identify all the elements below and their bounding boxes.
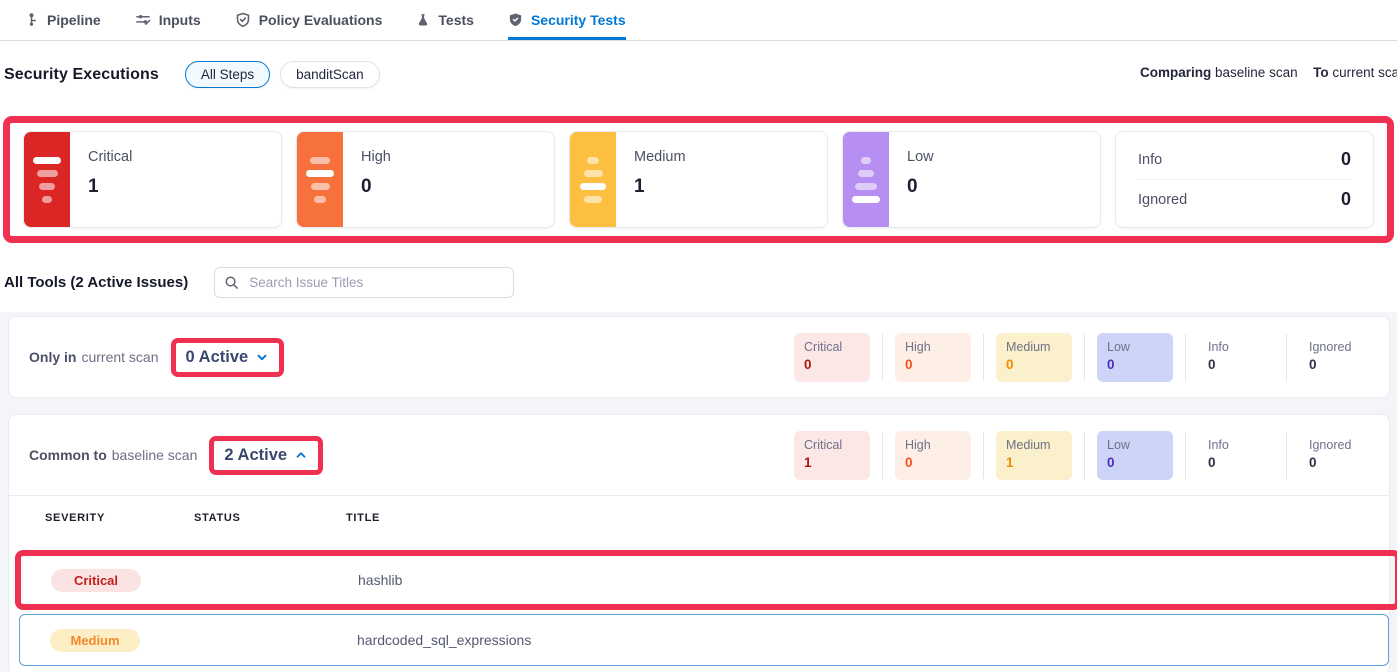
group-header: Only in current scan 0 Active Critical0 …	[9, 317, 1389, 397]
group-prefix: Common to	[29, 447, 107, 463]
column-status: STATUS	[194, 512, 346, 524]
column-severity: SEVERITY	[45, 512, 194, 524]
card-label: Low	[907, 149, 934, 165]
severity-card-high: High 0	[296, 131, 555, 228]
comparison-groups: Only in current scan 0 Active Critical0 …	[0, 312, 1397, 672]
severity-cards-row: Critical 1 High 0 Medium 1	[23, 131, 1374, 228]
card-label: Critical	[88, 149, 132, 165]
tab-bar: Pipeline Inputs Policy Evaluations Tests…	[0, 0, 1397, 41]
tab-tests[interactable]: Tests	[416, 0, 474, 40]
info-ignored-card: Info 0 Ignored 0	[1115, 131, 1374, 228]
chip-info: Info0	[1198, 431, 1274, 480]
card-count: 1	[88, 176, 132, 198]
security-shield-icon	[508, 12, 523, 28]
search-icon	[224, 275, 239, 290]
column-title: TITLE	[346, 512, 1389, 524]
tab-inputs[interactable]: Inputs	[135, 0, 201, 40]
tab-label: Pipeline	[47, 12, 101, 28]
chip-low: Low0	[1097, 333, 1173, 382]
filter-pill-all-steps[interactable]: All Steps	[185, 61, 270, 88]
tab-label: Inputs	[159, 12, 201, 28]
annotation-severity-summary: Critical 1 High 0 Medium 1	[3, 116, 1394, 243]
chip-high: High0	[895, 431, 971, 480]
group-only-in-current-scan: Only in current scan 0 Active Critical0 …	[8, 316, 1390, 398]
active-count-label: 2 Active	[224, 446, 287, 465]
pipeline-icon	[24, 12, 39, 27]
search-input[interactable]	[214, 267, 514, 298]
critical-severity-bars-icon	[24, 132, 70, 227]
search-box[interactable]	[214, 267, 514, 298]
issue-row-hashlib[interactable]: Critical hashlib	[21, 556, 1395, 604]
severity-badge-medium: Medium	[50, 629, 140, 652]
all-tools-header: All Tools (2 Active Issues)	[0, 267, 1397, 298]
flask-icon	[416, 12, 430, 27]
tab-label: Policy Evaluations	[259, 12, 383, 28]
card-label: Medium	[634, 149, 686, 165]
chip-low: Low0	[1097, 431, 1173, 480]
severity-card-medium: Medium 1	[569, 131, 828, 228]
group-scope: baseline scan	[112, 447, 198, 463]
chip-high: High0	[895, 333, 971, 382]
active-count-label: 0 Active	[186, 348, 249, 367]
tab-pipeline[interactable]: Pipeline	[24, 0, 101, 40]
chip-ignored: Ignored0	[1299, 431, 1375, 480]
all-tools-title: All Tools (2 Active Issues)	[4, 274, 188, 291]
card-count: 0	[361, 176, 391, 198]
issues-table-header: SEVERITY STATUS TITLE	[9, 496, 1389, 540]
chip-critical: Critical1	[794, 431, 870, 480]
chip-critical: Critical0	[794, 333, 870, 382]
annotation-critical-row: Critical hashlib	[15, 550, 1397, 610]
policy-shield-check-icon	[235, 12, 251, 28]
tab-policy-evaluations[interactable]: Policy Evaluations	[235, 0, 383, 40]
high-severity-bars-icon	[297, 132, 343, 227]
page-title: Security Executions	[4, 66, 159, 84]
card-count: 1	[634, 176, 686, 198]
severity-chips: Critical0 High0 Medium0 Low0 Info0 Ignor…	[794, 333, 1375, 382]
chip-ignored: Ignored0	[1299, 333, 1375, 382]
severity-card-critical: Critical 1	[23, 131, 282, 228]
card-count: 0	[907, 176, 934, 198]
info-label: Info	[1138, 152, 1162, 168]
chip-medium: Medium0	[996, 333, 1072, 382]
group-scope: current scan	[81, 349, 158, 365]
comparing-baseline-value: baseline scan	[1215, 65, 1298, 80]
comparing-to-label: To	[1313, 65, 1329, 80]
issue-title: hardcoded_sql_expressions	[357, 632, 1388, 648]
ignored-label: Ignored	[1138, 192, 1187, 208]
low-severity-bars-icon	[843, 132, 889, 227]
active-count-dropdown[interactable]: 2 Active	[214, 441, 318, 470]
comparing-current-value: current scan	[1332, 65, 1397, 80]
filter-pill-banditscan[interactable]: banditScan	[280, 61, 380, 88]
chip-info: Info0	[1198, 333, 1274, 382]
issue-row-hardcoded-sql-expressions[interactable]: Medium hardcoded_sql_expressions	[19, 614, 1389, 666]
annotation-active-dropdown: 2 Active	[209, 436, 323, 475]
group-header: Common to baseline scan 2 Active Critica…	[9, 415, 1389, 495]
chevron-up-icon	[294, 448, 308, 462]
group-common-to-baseline-scan: Common to baseline scan 2 Active Critica…	[8, 414, 1390, 672]
info-count: 0	[1341, 149, 1351, 170]
active-count-dropdown[interactable]: 0 Active	[176, 343, 280, 372]
ignored-count: 0	[1341, 189, 1351, 210]
medium-severity-bars-icon	[570, 132, 616, 227]
tab-label: Tests	[438, 12, 474, 28]
issue-title: hashlib	[358, 572, 1395, 588]
comparing-label: Comparing	[1140, 65, 1211, 80]
chip-medium: Medium1	[996, 431, 1072, 480]
chevron-down-icon	[255, 350, 269, 364]
info-row: Info 0	[1138, 140, 1351, 179]
inputs-icon	[135, 12, 151, 27]
severity-badge-critical: Critical	[51, 569, 141, 592]
tab-label: Security Tests	[531, 12, 626, 28]
security-executions-header: Security Executions All Steps banditScan…	[0, 41, 1397, 100]
group-prefix: Only in	[29, 349, 76, 365]
ignored-row: Ignored 0	[1138, 180, 1351, 219]
card-label: High	[361, 149, 391, 165]
comparing-info: Comparing baseline scan To current scan	[1140, 65, 1397, 80]
annotation-active-dropdown: 0 Active	[171, 338, 285, 377]
tab-security-tests[interactable]: Security Tests	[508, 0, 626, 40]
severity-chips: Critical1 High0 Medium1 Low0 Info0 Ignor…	[794, 431, 1375, 480]
severity-card-low: Low 0	[842, 131, 1101, 228]
